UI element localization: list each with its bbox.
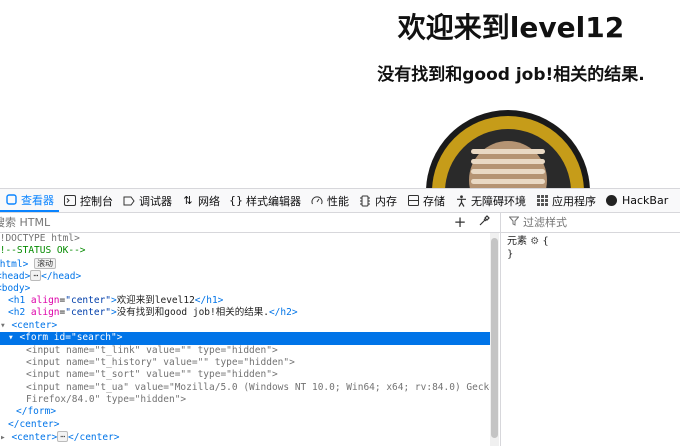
tab-inspector[interactable]: 查看器 <box>0 189 59 212</box>
rendered-page: 欢迎来到level12 没有找到和good job!相关的结果. <box>0 0 680 188</box>
tab-label: 存储 <box>423 194 445 208</box>
tab-label: 内存 <box>375 194 397 208</box>
page-subheading: 没有找到和good job!相关的结果. <box>377 65 645 85</box>
filter-icon <box>508 216 520 229</box>
level-image <box>426 110 590 188</box>
gear-icon[interactable]: ⚙ <box>530 236 539 247</box>
tree-node-doctype[interactable]: <!DOCTYPE html> <box>0 233 490 245</box>
console-icon <box>64 195 76 207</box>
tree-node-center2[interactable]: ▸ <center> ⋯ </center> <box>0 431 490 443</box>
tab-accessibility[interactable]: 无障碍环境 <box>450 189 531 212</box>
tab-console[interactable]: 控制台 <box>59 189 118 212</box>
rules-pane: 过滤样式 元素 ⚙ { } <box>500 212 680 446</box>
close-brace: } <box>507 249 514 260</box>
collapsed-ellipsis[interactable]: ⋯ <box>57 431 69 443</box>
performance-icon <box>311 195 323 207</box>
memory-icon <box>359 195 371 207</box>
tree-node-h1[interactable]: <h1 align="center">欢迎来到level12</h1> <box>0 295 490 307</box>
tab-storage[interactable]: 存储 <box>402 189 450 212</box>
collapsed-ellipsis[interactable]: ⋯ <box>30 270 42 282</box>
tree-node-head[interactable]: <head>⋯</head> <box>0 270 490 282</box>
open-brace: { <box>542 236 549 247</box>
eyedropper-icon[interactable] <box>476 215 492 229</box>
tab-label: 查看器 <box>21 193 54 207</box>
tab-label: 网络 <box>198 194 220 208</box>
inspector-icon <box>5 194 17 206</box>
tab-label: 调试器 <box>139 194 172 208</box>
page-heading: 欢迎来到level12 <box>397 11 625 44</box>
tab-memory[interactable]: 内存 <box>354 189 402 212</box>
tree-node-form-selected[interactable]: ▾ <form id="search"> <box>0 332 490 345</box>
tree-node-input-history[interactable]: <input name="t_history" value="" type="h… <box>0 357 490 369</box>
tree-node-form-close[interactable]: </form> <box>0 406 490 418</box>
tab-label: 样式编辑器 <box>246 194 301 208</box>
network-icon: ⇅ <box>183 194 193 207</box>
markup-tree: <!DOCTYPE html> <!--STATUS OK--> <html> … <box>0 233 490 446</box>
tree-node-input-ua-cont: Firefox/84.0" type="hidden"> <box>26 394 187 406</box>
add-node-button[interactable]: + <box>452 213 468 231</box>
scroll-badge[interactable]: 滚动 <box>34 257 57 269</box>
filter-styles-bar[interactable]: 过滤样式 <box>501 212 680 233</box>
tree-node-center-close[interactable]: </center> <box>0 419 490 431</box>
tree-node-input-sort[interactable]: <input name="t_sort" value="" type="hidd… <box>0 369 490 381</box>
hackbar-icon <box>606 195 617 206</box>
tree-node-input-ua[interactable]: <input name="t_ua" value="Mozilla/5.0 (W… <box>0 382 490 394</box>
tab-label: HackBar <box>622 194 669 207</box>
style-editor-icon: {} <box>229 194 243 207</box>
tab-network[interactable]: ⇅ 网络 <box>177 189 225 212</box>
storage-icon <box>407 195 419 207</box>
tab-hackbar[interactable]: HackBar <box>601 189 673 212</box>
tree-node-html[interactable]: <html> 滚动 <box>0 257 490 270</box>
tree-node-body[interactable]: <body> <box>0 283 490 295</box>
application-icon <box>536 195 548 207</box>
tree-node-input-link[interactable]: <input name="t_link" value="" type="hidd… <box>0 345 490 357</box>
tree-node-comment[interactable]: <!--STATUS OK--> <box>0 245 490 257</box>
tab-label: 性能 <box>327 194 349 208</box>
element-rule[interactable]: 元素 ⚙ { } <box>501 233 680 263</box>
devtools-toolbar: 查看器 控制台 调试器 ⇅ 网络 {} 样式编辑器 性能 内存 存储 无障碍环境… <box>0 188 680 213</box>
tab-label: 控制台 <box>80 194 113 208</box>
debugger-icon <box>123 195 135 207</box>
markup-scrollbar[interactable] <box>490 233 499 446</box>
search-html-input[interactable] <box>0 213 452 231</box>
filter-styles-placeholder: 过滤样式 <box>523 216 567 229</box>
scrollbar-thumb[interactable] <box>491 238 498 438</box>
tab-application[interactable]: 应用程序 <box>531 189 601 212</box>
tab-label: 无障碍环境 <box>471 194 526 208</box>
element-label: 元素 <box>507 236 527 247</box>
tab-label: 应用程序 <box>552 194 596 208</box>
accessibility-icon <box>455 194 467 207</box>
tree-node-h2[interactable]: <h2 align="center">没有找到和good job!相关的结果.<… <box>0 307 490 319</box>
tab-style-editor[interactable]: {} 样式编辑器 <box>225 189 306 212</box>
markup-search-bar: + <box>0 212 500 233</box>
tab-debugger[interactable]: 调试器 <box>118 189 177 212</box>
tab-performance[interactable]: 性能 <box>306 189 354 212</box>
tree-node-center[interactable]: ▾ <center> <box>0 320 490 332</box>
